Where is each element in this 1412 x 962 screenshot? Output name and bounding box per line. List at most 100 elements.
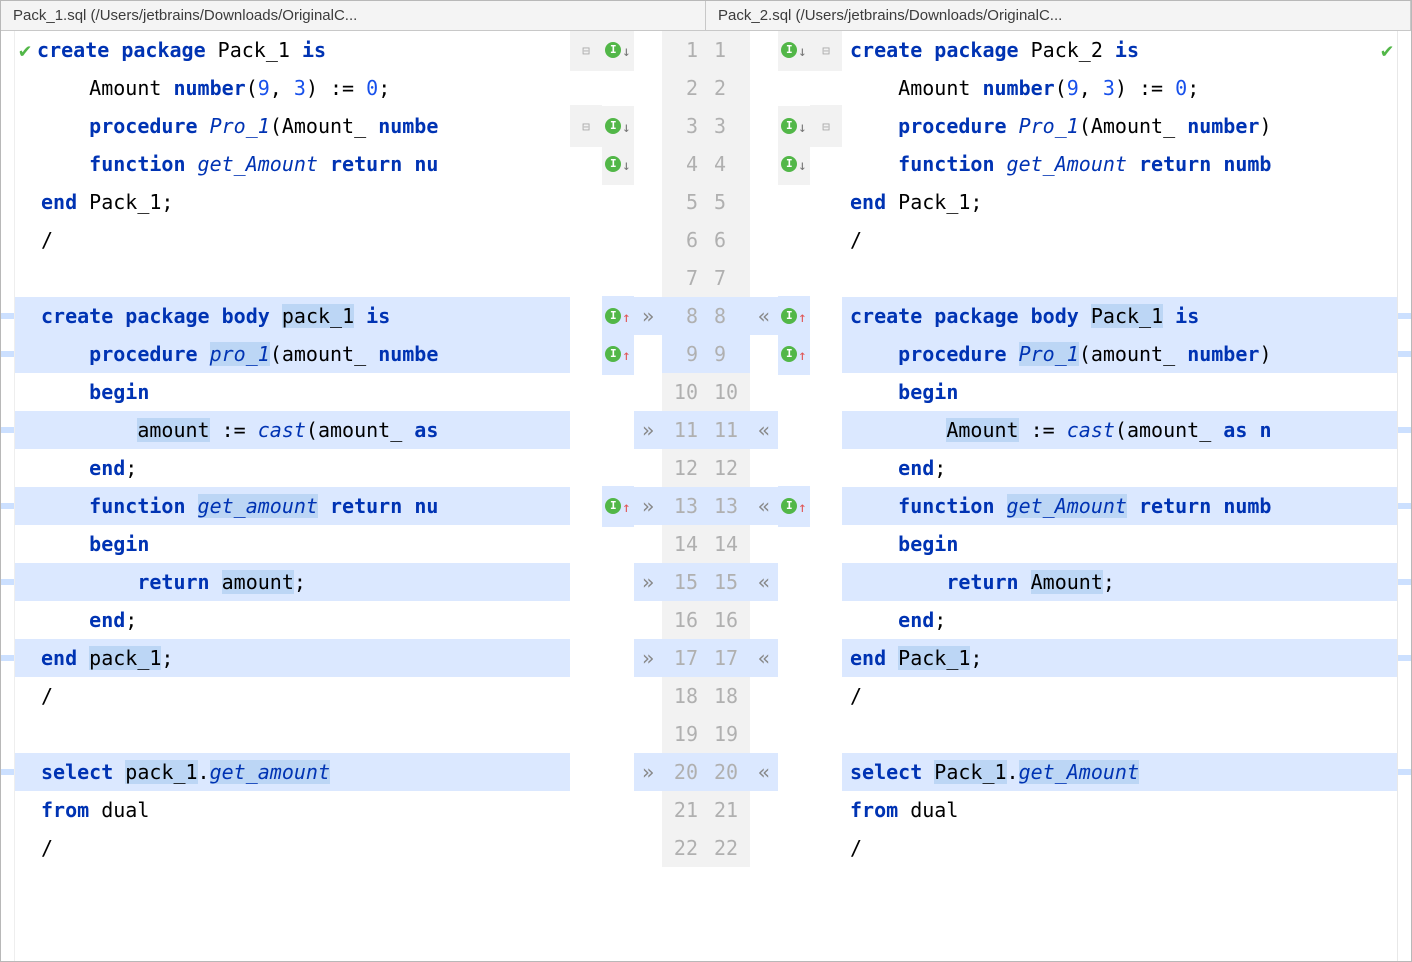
code-line[interactable]: end Pack_1;5 xyxy=(15,183,706,221)
apply-arrow-icon[interactable]: « xyxy=(750,411,778,449)
fold-icon[interactable]: ⊟ xyxy=(822,44,830,59)
usage-icon[interactable]: I xyxy=(605,308,621,324)
line-number: 2 xyxy=(706,69,750,107)
code-line[interactable]: 16 end; xyxy=(706,601,1397,639)
usage-icon[interactable]: I xyxy=(781,308,797,324)
code-line[interactable]: amount := cast(amount_ as»11 xyxy=(15,411,706,449)
code-line[interactable]: end;16 xyxy=(15,601,706,639)
usage-icon[interactable]: I xyxy=(605,42,621,58)
line-number: 2 xyxy=(662,69,706,107)
code-line[interactable]: procedure pro_1(amount_ numbeI9 xyxy=(15,335,706,373)
right-pane: 1I⊟create package Pack_2 is✔2 Amount num… xyxy=(706,31,1411,961)
code-line[interactable]: /22 xyxy=(15,829,706,867)
line-number: 21 xyxy=(706,791,750,829)
apply-arrow-icon[interactable]: » xyxy=(634,297,662,335)
line-number: 18 xyxy=(706,677,750,715)
check-icon: ✔ xyxy=(1381,31,1393,69)
code-line[interactable]: 8«Icreate package body Pack_1 is xyxy=(706,297,1397,335)
line-number: 15 xyxy=(662,563,706,601)
code-line[interactable]: 21from dual xyxy=(706,791,1397,829)
line-number: 15 xyxy=(706,563,750,601)
code-line[interactable]: function get_amount return nuI»13 xyxy=(15,487,706,525)
code-line[interactable]: Amount number(9, 3) := 0;2 xyxy=(15,69,706,107)
line-number: 6 xyxy=(706,221,750,259)
usage-icon[interactable]: I xyxy=(781,156,797,172)
code-line[interactable]: 4I function get_Amount return numb xyxy=(706,145,1397,183)
code-line[interactable]: 10 begin xyxy=(706,373,1397,411)
fold-icon[interactable]: ⊟ xyxy=(822,120,830,135)
line-number: 11 xyxy=(662,411,706,449)
apply-arrow-icon[interactable]: « xyxy=(750,563,778,601)
usage-icon[interactable]: I xyxy=(605,156,621,172)
line-number: 1 xyxy=(706,31,750,69)
left-editor[interactable]: ✔create package Pack_1 is⊟I1 Amount numb… xyxy=(1,31,706,961)
code-line[interactable]: 9I procedure Pro_1(amount_ number) xyxy=(706,335,1397,373)
code-line[interactable]: 2 Amount number(9, 3) := 0; xyxy=(706,69,1397,107)
code-line[interactable]: 20«select Pack_1.get_Amount xyxy=(706,753,1397,791)
diff-viewer: Pack_1.sql (/Users/jetbrains/Downloads/O… xyxy=(0,0,1412,962)
fold-icon[interactable]: ⊟ xyxy=(582,44,590,59)
line-number: 16 xyxy=(706,601,750,639)
usage-icon[interactable]: I xyxy=(781,498,797,514)
code-line[interactable]: procedure Pro_1(Amount_ numbe⊟I3 xyxy=(15,107,706,145)
code-line[interactable]: 22/ xyxy=(706,829,1397,867)
usage-icon[interactable]: I xyxy=(781,42,797,58)
apply-arrow-icon[interactable]: » xyxy=(634,411,662,449)
code-line[interactable]: /6 xyxy=(15,221,706,259)
line-number: 7 xyxy=(662,259,706,297)
code-line[interactable]: 5end Pack_1; xyxy=(706,183,1397,221)
apply-arrow-icon[interactable]: « xyxy=(750,297,778,335)
line-number: 4 xyxy=(662,145,706,183)
code-line[interactable]: 19 xyxy=(15,715,706,753)
line-number: 5 xyxy=(662,183,706,221)
tab-left-file[interactable]: Pack_1.sql (/Users/jetbrains/Downloads/O… xyxy=(1,1,706,30)
usage-icon[interactable]: I xyxy=(605,498,621,514)
code-line[interactable]: function get_Amount return nuI4 xyxy=(15,145,706,183)
code-line[interactable]: 17«end Pack_1; xyxy=(706,639,1397,677)
code-line[interactable]: 1I⊟create package Pack_2 is✔ xyxy=(706,31,1397,69)
line-number: 1 xyxy=(662,31,706,69)
code-line[interactable]: 7 xyxy=(706,259,1397,297)
code-line[interactable]: 3I⊟ procedure Pro_1(Amount_ number) xyxy=(706,107,1397,145)
line-number: 14 xyxy=(662,525,706,563)
apply-arrow-icon[interactable]: » xyxy=(634,487,662,525)
right-overview[interactable] xyxy=(1397,31,1411,961)
code-line[interactable]: 14 begin xyxy=(706,525,1397,563)
code-line[interactable]: begin14 xyxy=(15,525,706,563)
line-number: 19 xyxy=(662,715,706,753)
line-number: 13 xyxy=(706,487,750,525)
code-line[interactable]: return amount;»15 xyxy=(15,563,706,601)
code-line[interactable]: /18 xyxy=(15,677,706,715)
apply-arrow-icon[interactable]: » xyxy=(634,563,662,601)
code-line[interactable]: end;12 xyxy=(15,449,706,487)
code-line[interactable]: 19 xyxy=(706,715,1397,753)
code-line[interactable]: create package body pack_1 isI»8 xyxy=(15,297,706,335)
code-line[interactable]: 18/ xyxy=(706,677,1397,715)
code-line[interactable]: 11« Amount := cast(amount_ as n xyxy=(706,411,1397,449)
fold-icon[interactable]: ⊟ xyxy=(582,120,590,135)
usage-icon[interactable]: I xyxy=(605,118,621,134)
apply-arrow-icon[interactable]: « xyxy=(750,639,778,677)
apply-arrow-icon[interactable]: » xyxy=(634,753,662,791)
line-number: 17 xyxy=(706,639,750,677)
code-line[interactable]: 15« return Amount; xyxy=(706,563,1397,601)
code-line[interactable]: begin10 xyxy=(15,373,706,411)
tab-right-file[interactable]: Pack_2.sql (/Users/jetbrains/Downloads/O… xyxy=(706,1,1411,30)
apply-arrow-icon[interactable]: » xyxy=(634,639,662,677)
usage-icon[interactable]: I xyxy=(605,346,621,362)
right-editor[interactable]: 1I⊟create package Pack_2 is✔2 Amount num… xyxy=(706,31,1411,961)
code-line[interactable]: from dual21 xyxy=(15,791,706,829)
code-line[interactable]: 7 xyxy=(15,259,706,297)
code-line[interactable]: select pack_1.get_amount»20 xyxy=(15,753,706,791)
code-line[interactable]: 12 end; xyxy=(706,449,1397,487)
code-line[interactable]: 13«I function get_Amount return numb xyxy=(706,487,1397,525)
code-line[interactable]: ✔create package Pack_1 is⊟I1 xyxy=(15,31,706,69)
apply-arrow-icon[interactable]: « xyxy=(750,753,778,791)
usage-icon[interactable]: I xyxy=(781,346,797,362)
usage-icon[interactable]: I xyxy=(781,118,797,134)
check-icon: ✔ xyxy=(19,38,31,62)
code-line[interactable]: 6/ xyxy=(706,221,1397,259)
code-line[interactable]: end pack_1;»17 xyxy=(15,639,706,677)
apply-arrow-icon[interactable]: « xyxy=(750,487,778,525)
line-number: 22 xyxy=(662,829,706,867)
